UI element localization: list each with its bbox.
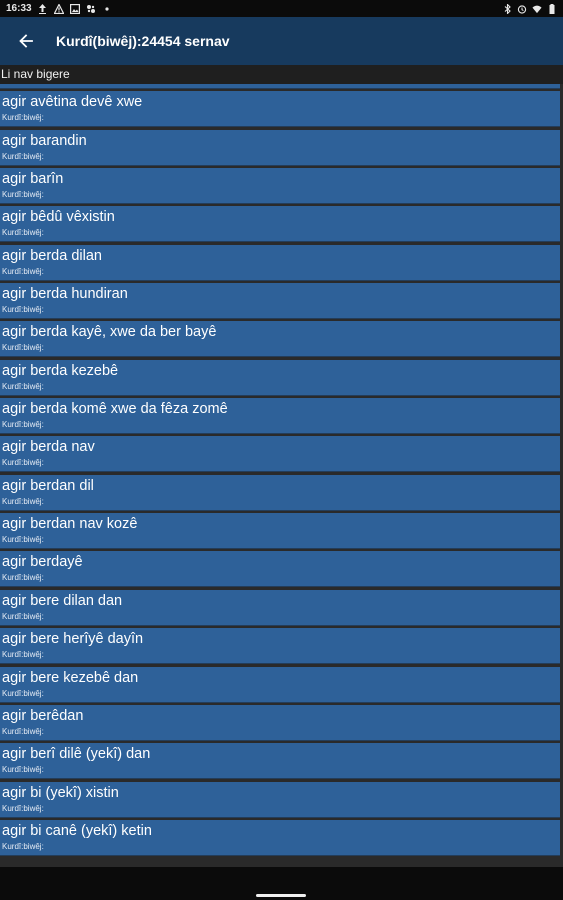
- item-word: agir berdan nav kozê: [2, 516, 138, 533]
- list-item[interactable]: agir berda hundiran Kurdî:biwêj:: [0, 283, 560, 320]
- wifi-icon: [532, 4, 542, 14]
- dot-icon: [102, 4, 112, 14]
- item-language: Kurdî:biwêj:: [2, 650, 44, 660]
- list-item[interactable]: agir barîn Kurdî:biwêj:: [0, 168, 560, 205]
- item-word: agir bi (yekî) xistin: [2, 784, 119, 801]
- item-language: Kurdî:biwêj:: [2, 803, 44, 813]
- app-bar: Kurdî(biwêj):24454 sernav: [0, 17, 563, 65]
- list-item[interactable]: agir berda komê xwe da fêza zomê Kurdî:bi…: [0, 398, 560, 435]
- item-word: agir avêtina devê xwe: [2, 94, 143, 111]
- item-language: Kurdî:biwêj:: [2, 190, 44, 200]
- back-button[interactable]: [12, 27, 40, 55]
- item-word: agir bi canê (yekî) ketin: [2, 822, 152, 839]
- bluetooth-icon: [502, 3, 512, 14]
- item-word: agir berda dilan: [2, 247, 102, 264]
- item-word: agir berda nav: [2, 439, 95, 456]
- item-word: agir berda komê xwe da fêza zomê: [2, 401, 228, 418]
- list-item[interactable]: agir berdan nav kozê Kurdî:biwêj:: [0, 513, 560, 550]
- list-item[interactable]: agir berî dilê (yekî) dan Kurdî:biwêj:: [0, 743, 560, 780]
- list-item[interactable]: agir berda nav Kurdî:biwêj:: [0, 436, 560, 473]
- list-item[interactable]: agir bi canê (yekî) ketin Kurdî:biwêj:: [0, 819, 560, 856]
- list-item[interactable]: agir avêtin devê xweKurdî:biwêj:: [0, 84, 560, 89]
- list-item[interactable]: agir berda dilan Kurdî:biwêj:: [0, 244, 560, 281]
- item-word: agir berda hundiran: [2, 286, 128, 303]
- list-item[interactable]: agir berda kayê, xwe da ber bayê Kurdî:bi…: [0, 321, 560, 358]
- game-icon: [86, 4, 96, 14]
- list-item[interactable]: agir berdayê Kurdî:biwêj:: [0, 551, 560, 588]
- item-language: Kurdî:biwêj:: [2, 343, 44, 353]
- warning-icon: [53, 3, 64, 14]
- item-language: Kurdî:biwêj:: [2, 765, 44, 775]
- status-left: 16:33: [6, 0, 112, 17]
- item-word: agir berêdan: [2, 707, 84, 724]
- list-item[interactable]: agir berdan dil Kurdî:biwêj:: [0, 474, 560, 511]
- list-item[interactable]: agir berêdan Kurdî:biwêj:: [0, 704, 560, 741]
- alarm-icon: [517, 4, 527, 14]
- list-item[interactable]: agir bere dilan dan Kurdî:biwêj:: [0, 589, 560, 626]
- item-language: Kurdî:biwêj:: [2, 688, 44, 698]
- list-item[interactable]: agir bêdû vêxistin Kurdî:biwêj:: [0, 206, 560, 243]
- status-time: 16:33: [6, 3, 32, 14]
- item-word: agir barandin: [2, 132, 87, 149]
- item-language: Kurdî:biwêj:: [2, 535, 44, 545]
- page-title: Kurdî(biwêj):24454 sernav: [56, 33, 230, 49]
- list-item[interactable]: agir avêtina devê xwe Kurdî:biwêj:: [0, 91, 560, 128]
- item-word: agir berî dilê (yekî) dan: [2, 746, 151, 763]
- battery-icon: [547, 3, 557, 14]
- item-word: agir berda kayê, xwe da ber bayê: [2, 324, 217, 341]
- item-language: Kurdî:biwêj:: [2, 726, 44, 736]
- item-language: Kurdî:biwêj:: [2, 113, 44, 123]
- item-language: Kurdî:biwêj:: [2, 151, 44, 161]
- item-language: Kurdî:biwêj:: [2, 841, 44, 851]
- item-word: agir barîn: [2, 171, 64, 188]
- list-item[interactable]: agir bere kezebê dan Kurdî:biwêj:: [0, 666, 560, 703]
- search-input[interactable]: Li nav bigere: [0, 65, 563, 84]
- photo-icon: [69, 3, 80, 14]
- item-word: agir berda kezebê: [2, 362, 119, 379]
- list-item[interactable]: agir berda kezebê Kurdî:biwêj:: [0, 359, 560, 396]
- word-list-inner: agir avêtin devê xweKurdî:biwêj: agir avê…: [0, 84, 563, 858]
- item-word: agir berdan dil: [2, 477, 94, 494]
- item-word: agir bere herîyê dayîn: [2, 631, 144, 648]
- word-list[interactable]: agir avêtin devê xweKurdî:biwêj: agir avê…: [0, 84, 563, 867]
- list-item[interactable]: agir barandin Kurdî:biwêj:: [0, 129, 560, 166]
- item-language: Kurdî:biwêj:: [2, 381, 44, 391]
- status-bar: 16:33: [0, 0, 563, 17]
- item-language: Kurdî:biwêj:: [2, 228, 44, 238]
- list-item[interactable]: agir bere herîyê dayîn Kurdî:biwêj:: [0, 628, 560, 665]
- item-language: Kurdî:biwêj:: [2, 611, 44, 621]
- item-language: Kurdî:biwêj:: [2, 573, 44, 583]
- item-word: agir bere kezebê dan: [2, 669, 139, 686]
- arrow-left-icon: [19, 34, 33, 48]
- status-right: [502, 0, 557, 17]
- item-language: Kurdî:biwêj:: [2, 420, 44, 430]
- item-language: Kurdî:biwêj:: [2, 266, 44, 276]
- list-item[interactable]: agir bi (yekî) xistin Kurdî:biwêj:: [0, 781, 560, 818]
- item-language: Kurdî:biwêj:: [2, 496, 44, 506]
- item-word: agir bere dilan dan: [2, 592, 123, 609]
- item-language: Kurdî:biwêj:: [2, 305, 44, 315]
- item-word: agir berdayê: [2, 554, 83, 571]
- item-word: agir bêdû vêxistin: [2, 209, 115, 226]
- home-indicator[interactable]: [256, 894, 306, 897]
- upload-icon: [38, 3, 48, 14]
- item-language: Kurdî:biwêj:: [2, 458, 44, 468]
